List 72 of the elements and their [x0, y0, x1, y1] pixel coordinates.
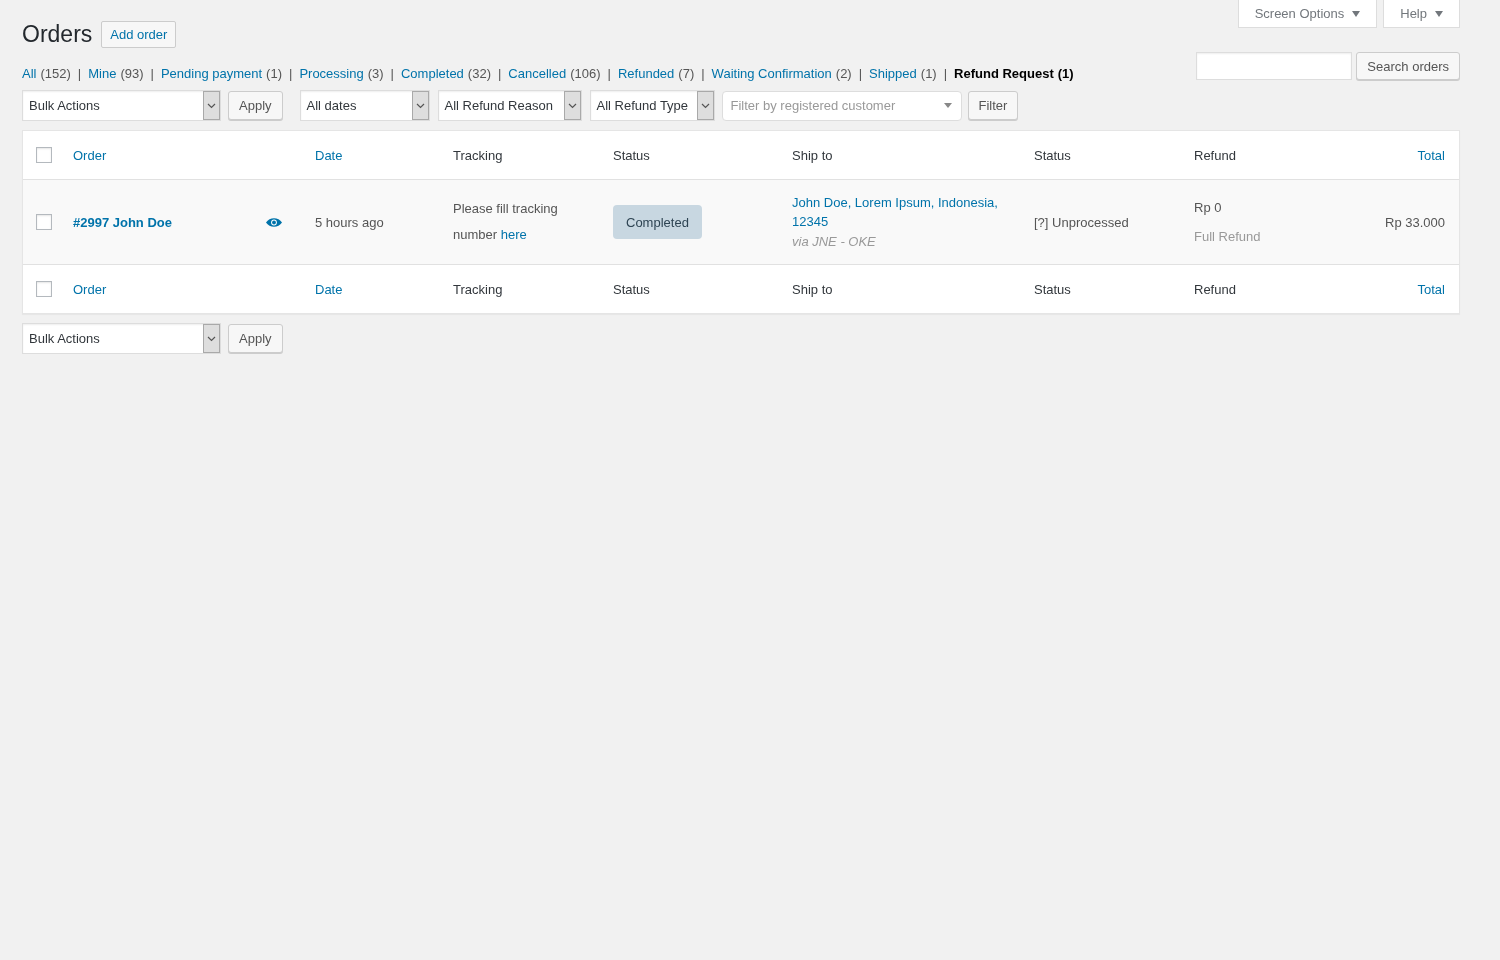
caret-icon [1435, 10, 1443, 17]
column-header: Status [1034, 147, 1071, 163]
checkbox[interactable] [36, 281, 52, 297]
status-filter-link[interactable]: All (152) [22, 65, 71, 83]
apply-button[interactable]: Apply [228, 91, 283, 120]
column-header-link[interactable]: Total [1417, 281, 1445, 297]
checkbox[interactable] [36, 147, 52, 163]
column-header: Status [613, 281, 650, 297]
column-header: Refund [1194, 281, 1236, 297]
search-orders-button[interactable]: Search orders [1356, 52, 1460, 80]
caret-icon [1352, 10, 1361, 17]
chevron-icon [563, 91, 581, 120]
status-badge: Completed [613, 205, 702, 239]
apply-button[interactable]: Apply [228, 324, 283, 353]
status-filter-link[interactable]: Mine (93) [88, 65, 144, 83]
status-filter-link[interactable]: Processing (3) [299, 65, 384, 83]
filter-button[interactable]: Filter [967, 91, 1019, 120]
help-tab[interactable]: Help [1383, 0, 1460, 28]
separator: | [943, 65, 948, 83]
search-field[interactable] [1196, 52, 1353, 80]
refund-status: [?] Unprocessed [1034, 214, 1129, 230]
separator: | [701, 65, 705, 83]
filter-select[interactable]: All Refund Reason [437, 90, 582, 121]
add-order-button[interactable]: Add order [101, 21, 177, 48]
column-header: Status [613, 147, 650, 163]
column-header-link[interactable]: Order [73, 281, 107, 297]
page-title: Orders [22, 21, 93, 48]
order-total: Rp 33.000 [1385, 214, 1445, 230]
screen-options-tab[interactable]: Screen Options [1237, 0, 1378, 28]
column-header: Refund [1194, 147, 1236, 163]
tracking-link[interactable]: here [500, 227, 527, 242]
status-filter-link[interactable]: Pending payment (1) [160, 65, 282, 83]
column-header-link[interactable]: Total [1417, 147, 1445, 163]
status-filter-link[interactable]: Refunded (7) [617, 65, 695, 83]
separator: | [858, 65, 863, 83]
chevron-icon [203, 324, 220, 353]
chevron-icon [203, 91, 220, 120]
chevron-icon [696, 91, 714, 120]
separator: | [150, 65, 154, 83]
separator: | [289, 65, 293, 83]
status-filter-link[interactable]: Refund Request (1) [954, 65, 1074, 83]
bulk-actions-select[interactable]: Bulk Actions [22, 323, 221, 354]
caret-icon [943, 103, 952, 108]
column-header: Tracking [453, 147, 503, 163]
separator: | [77, 65, 82, 83]
column-header-link[interactable]: Date [315, 147, 343, 163]
order-number-link[interactable]: #2997 John Doe [73, 214, 172, 230]
order-date: 5 hours ago [315, 214, 384, 230]
separator: | [390, 65, 394, 83]
chevron-icon [411, 91, 429, 120]
separator: | [607, 65, 611, 83]
eye-icon[interactable] [266, 217, 282, 227]
column-header-link[interactable]: Date [315, 281, 343, 297]
column-header: Ship to [792, 147, 833, 163]
filter-select[interactable]: All dates [299, 90, 430, 121]
status-filter-link[interactable]: Cancelled (106) [508, 65, 601, 83]
shipping-address-link[interactable]: John Doe, Lorem Ipsum, Indonesia, 12345 [792, 192, 1014, 232]
column-header-link[interactable]: Order [73, 147, 107, 163]
refund-type: Full Refund [1194, 228, 1261, 246]
separator: | [497, 65, 502, 83]
status-filter-link[interactable]: Shipped (1) [869, 65, 937, 83]
checkbox[interactable] [36, 214, 52, 230]
column-header: Ship to [792, 281, 833, 297]
refund-amount: Rp 0 [1194, 199, 1222, 217]
column-header: Tracking [453, 281, 503, 297]
filter-select[interactable]: All Refund Type [589, 90, 715, 121]
column-header: Status [1034, 281, 1071, 297]
status-filter-link[interactable]: Waiting Confirmation (2) [711, 65, 852, 83]
status-filter-link[interactable]: Completed (32) [400, 65, 491, 83]
tracking-note: Please fill tracking number here [453, 200, 559, 244]
shipping-method: via JNE - OKE [792, 232, 876, 251]
bulk-actions-select[interactable]: Bulk Actions [22, 90, 221, 121]
